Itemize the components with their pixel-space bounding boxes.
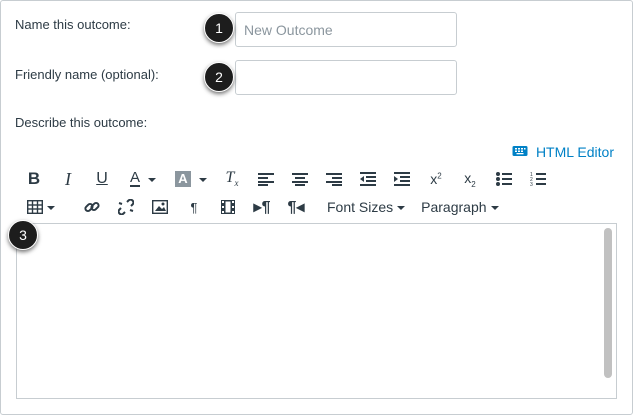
superscript-icon: x2 [430,171,442,187]
background-color-icon: A [175,171,191,187]
indent-icon [394,172,410,186]
bold-icon: B [27,169,41,188]
paragraph-mark-button[interactable]: ¶ [177,195,211,219]
numbered-list-icon: 123 [530,172,546,187]
html-editor-toggle[interactable]: HTML Editor [512,144,614,160]
subscript-button[interactable]: x2 [453,167,487,191]
outcome-name-input[interactable] [235,12,457,47]
image-button[interactable] [143,195,177,219]
chevron-down-icon [397,206,406,210]
chevron-down-icon [490,206,499,210]
font-sizes-label: Font Sizes [327,199,394,215]
underline-button[interactable]: U [85,167,119,191]
keyboard-icon [512,144,528,160]
superscript-button[interactable]: x2 [419,167,453,191]
html-editor-label: HTML Editor [535,144,614,160]
description-editor[interactable] [16,223,617,399]
unlink-button[interactable] [109,195,143,219]
italic-icon: I [65,168,71,189]
editor-toolbar-row-2: ¶ ▸¶ ¶◂ Font Sizes Paragraph [17,195,515,219]
unlink-icon [118,199,134,215]
align-center-icon [292,173,308,186]
outdent-icon [360,172,376,186]
svg-text:3: 3 [530,182,533,187]
link-button[interactable] [75,195,109,219]
callout-badge-1: 1 [204,13,234,43]
paragraph-label: Paragraph [421,199,487,215]
friendly-name-label: Friendly name (optional): [15,67,159,82]
bullet-list-button[interactable] [487,167,521,191]
align-right-button[interactable] [317,167,351,191]
clear-formatting-button[interactable]: Tx [215,167,249,191]
bullet-list-icon [496,172,512,186]
align-center-button[interactable] [283,167,317,191]
indent-button[interactable] [385,167,419,191]
clear-formatting-icon: Tx [225,169,239,189]
text-color-button[interactable]: A [119,167,167,191]
name-label: Name this outcome: [15,17,131,32]
numbered-list-button[interactable]: 123 [521,167,555,191]
outcome-form: Name this outcome: 1 Friendly name (opti… [0,0,633,415]
text-color-icon: A [129,169,140,187]
media-button[interactable] [211,195,245,219]
link-icon [84,201,100,213]
font-sizes-dropdown[interactable]: Font Sizes [327,199,406,215]
bold-button[interactable]: B [17,167,51,191]
italic-button[interactable]: I [51,167,85,191]
table-button[interactable] [17,195,75,219]
media-icon [221,200,235,214]
rtl-icon: ¶◂ [287,199,305,216]
callout-badge-3: 3 [8,220,38,250]
paragraph-mark-icon: ¶ [190,199,198,215]
editor-toolbar-row-1: B I U A A Tx x2 x2 123 [17,167,555,191]
align-right-icon [326,173,342,186]
paragraph-dropdown[interactable]: Paragraph [421,199,499,215]
table-icon [27,200,43,214]
outdent-button[interactable] [351,167,385,191]
background-color-button[interactable]: A [167,167,215,191]
chevron-down-icon [198,178,207,182]
chevron-down-icon [148,178,156,182]
rtl-button[interactable]: ¶◂ [279,195,313,219]
editor-scrollbar[interactable] [604,228,612,378]
underline-icon: U [96,170,108,187]
chevron-down-icon [47,206,55,210]
ltr-button[interactable]: ▸¶ [245,195,279,219]
callout-badge-2: 2 [204,62,234,92]
friendly-name-input[interactable] [235,60,457,95]
describe-label: Describe this outcome: [15,115,148,130]
subscript-icon: x2 [464,169,476,189]
ltr-icon: ▸¶ [253,199,271,216]
align-left-button[interactable] [249,167,283,191]
align-left-icon [258,173,274,186]
image-icon [152,200,168,214]
